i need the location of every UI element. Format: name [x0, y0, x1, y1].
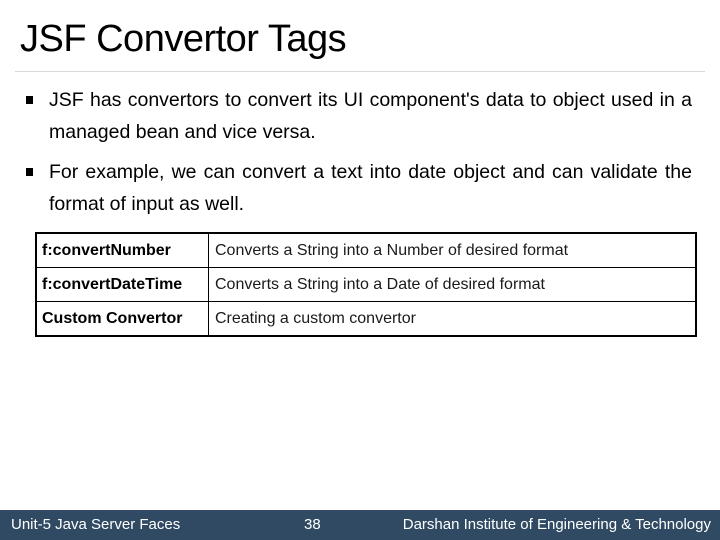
footer-institute-name: Darshan Institute of Engineering & Techn… [402, 516, 711, 533]
table-row: f:convertDateTime Converts a String into… [35, 267, 697, 302]
slide-title: JSF Convertor Tags [20, 18, 347, 60]
bullet-item: For example, we can convert a text into … [22, 156, 692, 220]
footer-unit-label: Unit-5 Java Server Faces [11, 516, 181, 533]
title-divider [15, 71, 705, 72]
bullet-item: JSF has convertors to convert its UI com… [22, 84, 692, 148]
bullet-text: For example, we can convert a text into … [49, 161, 692, 215]
bullet-list: JSF has convertors to convert its UI com… [22, 84, 692, 228]
description-cell: Converts a String into a Number of desir… [208, 232, 697, 268]
description-cell: Converts a String into a Date of desired… [208, 267, 697, 302]
tag-cell: Custom Convertor [35, 301, 209, 337]
tag-cell: f:convertDateTime [35, 267, 209, 302]
tag-cell: f:convertNumber [35, 232, 209, 268]
table-row: Custom Convertor Creating a custom conve… [35, 301, 697, 337]
footer-page-number: 38 [304, 516, 321, 533]
square-bullet-icon [26, 96, 33, 104]
convertor-table: f:convertNumber Converts a String into a… [35, 232, 697, 337]
table-row: f:convertNumber Converts a String into a… [35, 232, 697, 268]
bullet-text: JSF has convertors to convert its UI com… [49, 89, 692, 143]
square-bullet-icon [26, 168, 33, 176]
slide-footer: Unit-5 Java Server Faces 38 Darshan Inst… [0, 510, 720, 540]
description-cell: Creating a custom convertor [208, 301, 697, 337]
